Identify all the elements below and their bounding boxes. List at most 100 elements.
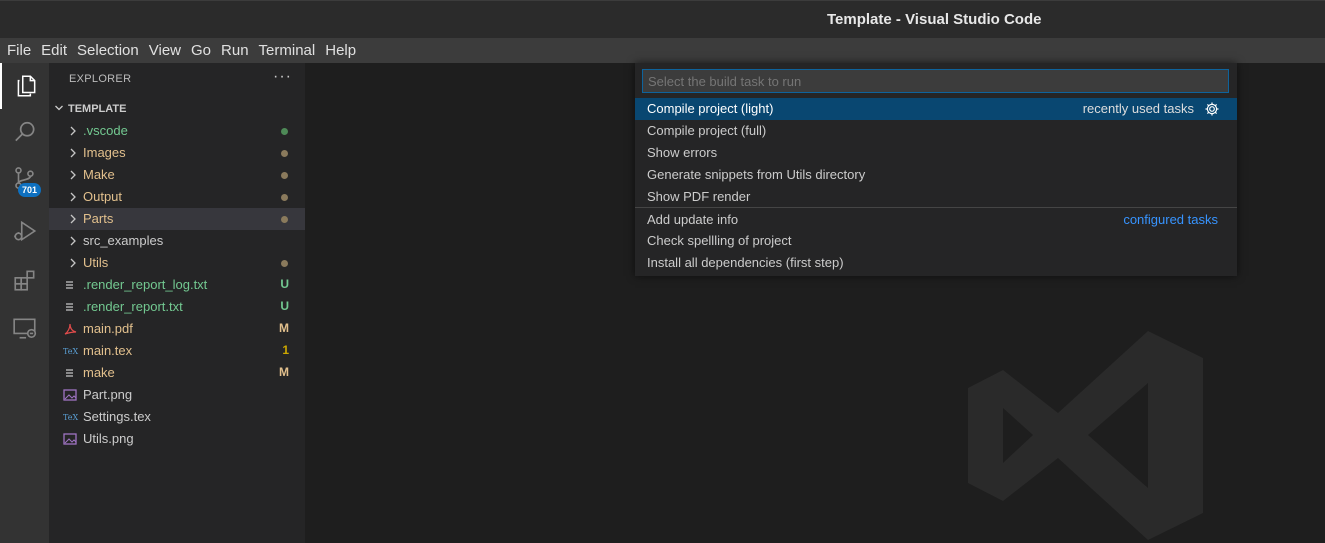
- modified-dot-decoration: [281, 216, 288, 223]
- menu-help[interactable]: Help: [320, 38, 361, 63]
- menu-terminal[interactable]: Terminal: [254, 38, 321, 63]
- window-title: Template - Visual Studio Code: [827, 11, 1042, 28]
- task-label: Show PDF render: [647, 189, 751, 204]
- tree-item-render-report-log-txt[interactable]: .render_report_log.txt U: [49, 274, 305, 296]
- task-item-compile-light[interactable]: Compile project (light) recently used ta…: [635, 98, 1237, 120]
- tree-item-label: Utils.png: [83, 431, 134, 446]
- task-item-generate-snippets[interactable]: Generate snippets from Utils directory: [635, 164, 1237, 186]
- more-actions-icon[interactable]: ···: [273, 68, 292, 86]
- task-label: Compile project (full): [647, 123, 767, 138]
- tree-item-label: .render_report_log.txt: [83, 277, 208, 292]
- search-icon: [14, 121, 35, 142]
- tree-item-render-report-txt[interactable]: .render_report.txt U: [49, 296, 305, 318]
- task-item-add-update-info[interactable]: Add update info configured tasks: [635, 209, 1237, 231]
- menu-go[interactable]: Go: [186, 38, 216, 63]
- tree-item-utils[interactable]: Utils: [49, 252, 305, 274]
- menu-edit[interactable]: Edit: [36, 38, 72, 63]
- run-debug-activity-button[interactable]: [0, 208, 49, 254]
- menu-run[interactable]: Run: [216, 38, 254, 63]
- task-label: Check spellling of project: [647, 233, 792, 248]
- modified-dot-decoration: [281, 128, 288, 135]
- title-bar: Template - Visual Studio Code: [0, 0, 1325, 38]
- task-label: Compile project (light): [647, 101, 774, 116]
- task-label: Generate snippets from Utils directory: [647, 167, 866, 182]
- task-item-check-spelling[interactable]: Check spellling of project: [635, 230, 1237, 252]
- tree-item-utils-png[interactable]: Utils.png: [49, 428, 305, 450]
- vscode-logo-watermark: [968, 331, 1203, 540]
- image-file-icon: [63, 388, 79, 402]
- modified-dot-decoration: [281, 260, 288, 267]
- tree-item-label: Images: [83, 145, 126, 160]
- tree-item-label: Part.png: [83, 387, 133, 402]
- tree-item-make[interactable]: Make: [49, 164, 305, 186]
- tree-item-settings-tex[interactable]: TeX Settings.tex: [49, 406, 305, 428]
- chevron-right-icon: [70, 126, 76, 136]
- tree-item-main-pdf[interactable]: main.pdf M: [49, 318, 305, 340]
- task-item-show-pdf[interactable]: Show PDF render: [635, 186, 1237, 208]
- tree-item-part-png[interactable]: Part.png: [49, 384, 305, 406]
- modified-dot-decoration: [281, 150, 288, 157]
- tex-file-icon: TeX: [63, 410, 79, 424]
- task-label: Install all dependencies (first step): [647, 255, 844, 270]
- tree-item-label: main.tex: [83, 343, 133, 358]
- gear-icon[interactable]: [1204, 101, 1220, 117]
- git-status-decoration: 1: [282, 343, 289, 357]
- remote-explorer-icon: [12, 318, 36, 339]
- files-icon: [17, 75, 35, 97]
- tree-item-label: Utils: [83, 255, 109, 270]
- modified-dot-decoration: [281, 172, 288, 179]
- source-control-badge: 701: [18, 183, 41, 197]
- tree-item-images[interactable]: Images: [49, 142, 305, 164]
- tree-item-label: Output: [83, 189, 123, 204]
- chevron-down-icon: [54, 103, 68, 116]
- configured-tasks-label: configured tasks: [1123, 212, 1218, 227]
- chevron-right-icon: [70, 258, 76, 268]
- task-item-install-dependencies[interactable]: Install all dependencies (first step): [635, 252, 1237, 274]
- workspace-section-header[interactable]: TEMPLATE: [49, 98, 305, 120]
- modified-dot-decoration: [281, 194, 288, 201]
- file-tree: .vscode Images Make Output Parts src_examples…: [49, 120, 305, 450]
- image-file-icon: [63, 432, 79, 446]
- tree-item-make[interactable]: make M: [49, 362, 305, 384]
- tree-item-vscode[interactable]: .vscode: [49, 120, 305, 142]
- task-item-show-errors[interactable]: Show errors: [635, 142, 1237, 164]
- git-status-decoration: U: [280, 277, 289, 291]
- tree-item-label: main.pdf: [83, 321, 133, 336]
- menu-view[interactable]: View: [144, 38, 186, 63]
- svg-text:TeX: TeX: [63, 413, 78, 422]
- explorer-header: EXPLORER: [69, 73, 132, 85]
- menu-selection[interactable]: Selection: [72, 38, 144, 63]
- tree-item-label: src_examples: [83, 233, 164, 248]
- explorer-sidebar: EXPLORER ··· TEMPLATE .vscode Images Make O…: [49, 63, 305, 543]
- tex-file-icon: TeX: [63, 344, 79, 358]
- extensions-activity-button[interactable]: [0, 257, 49, 303]
- explorer-activity-button[interactable]: [0, 63, 49, 109]
- quick-pick: Compile project (light) recently used ta…: [635, 63, 1237, 276]
- extensions-icon: [13, 270, 34, 291]
- tree-item-src-examples[interactable]: src_examples: [49, 230, 305, 252]
- tree-item-main-tex[interactable]: TeX main.tex 1: [49, 340, 305, 362]
- tree-item-label: .vscode: [83, 123, 128, 138]
- text-file-icon: [63, 300, 79, 314]
- tree-item-label: Parts: [83, 211, 114, 226]
- chevron-right-icon: [70, 170, 76, 180]
- task-item-compile-full[interactable]: Compile project (full): [635, 120, 1237, 142]
- tree-item-label: make: [83, 365, 115, 380]
- tree-item-parts[interactable]: Parts: [49, 208, 305, 230]
- menu-file[interactable]: File: [2, 38, 36, 63]
- chevron-right-icon: [70, 192, 76, 202]
- remote-explorer-activity-button[interactable]: [0, 305, 49, 351]
- recently-used-label: recently used tasks: [1082, 101, 1194, 116]
- text-file-icon: [63, 278, 79, 292]
- task-search-input[interactable]: [642, 69, 1229, 93]
- task-label: Show errors: [647, 145, 718, 160]
- tree-item-output[interactable]: Output: [49, 186, 305, 208]
- text-file-icon: [63, 366, 79, 380]
- chevron-right-icon: [70, 236, 76, 246]
- workspace-name: TEMPLATE: [68, 103, 127, 115]
- tree-item-label: Settings.tex: [83, 409, 151, 424]
- menu-bar: File Edit Selection View Go Run Terminal…: [0, 38, 1325, 63]
- git-status-decoration: M: [279, 321, 289, 335]
- search-activity-button[interactable]: [0, 109, 49, 155]
- activity-bar: 701: [0, 63, 49, 543]
